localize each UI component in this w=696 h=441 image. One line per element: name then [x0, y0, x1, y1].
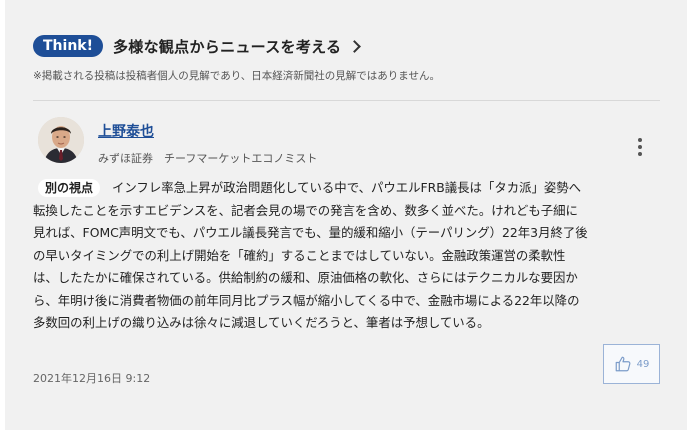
- author-avatar[interactable]: [38, 117, 84, 163]
- person-photo-icon: [38, 117, 84, 163]
- comment-timestamp: 2021年12月16日 9:12: [33, 372, 151, 385]
- chevron-right-icon: [348, 40, 362, 53]
- think-badge: Think!: [33, 35, 103, 57]
- disclaimer: ※掲載される投稿は投稿者個人の見解であり、日本経済新聞社の見解ではありません。: [33, 70, 440, 82]
- think-header-link[interactable]: Think! 多様な観点からニュースを考える: [33, 35, 362, 57]
- think-title: 多様な観点からニュースを考える: [112, 37, 342, 56]
- like-count: 49: [636, 358, 650, 370]
- more-options-icon[interactable]: [637, 138, 643, 156]
- comment-line: 見れば、FOMC声明文でも、パウエル議長発言でも、量的緩和縮小（テーパリング）2…: [33, 225, 588, 240]
- like-button[interactable]: 49: [603, 344, 660, 384]
- comment-line: 別の視点 インフレ率急上昇が政治問題化している中で、パウエルFRB議長は「タカ派」…: [33, 177, 665, 200]
- comment-line: の早いタイミングでの利上げ開始を「確約」することまではしていない。金融政策運営の…: [33, 247, 566, 263]
- view-type-badge: 別の視点: [38, 179, 101, 197]
- comment-line: 多数回の利上げの織り込みは徐々に減退していくだろうと、筆者は予想している。: [33, 315, 490, 330]
- think-card: Think! 多様な観点からニュースを考える ※掲載される投稿は投稿者個人の見解…: [5, 0, 687, 430]
- divider: [33, 100, 660, 101]
- comment-line: は、したたかに確保されている。供給制約の緩和、原油価格の軟化、さらにはテクニカル…: [33, 270, 578, 285]
- comment-body: 別の視点 インフレ率急上昇が政治問題化している中で、パウエルFRB議長は「タカ派」…: [33, 177, 665, 335]
- comment-line: 転換したことを示すエビデンスを、記者会見の場での発言を含め、数多く並べた。けれど…: [33, 202, 578, 218]
- comment-line: ら、年明け後に消費者物価の前年同月比プラス幅が縮小してくる中で、金融市場による2…: [33, 292, 580, 308]
- thumbs-up-icon: [615, 356, 631, 372]
- author-name-link[interactable]: 上野泰也: [98, 121, 154, 141]
- author-title: みずほ証券 チーフマーケットエコノミスト: [98, 152, 318, 165]
- comment-line-text: インフレ率急上昇が政治問題化している中で、パウエルFRB議長は「タカ派」姿勢へ: [112, 180, 582, 195]
